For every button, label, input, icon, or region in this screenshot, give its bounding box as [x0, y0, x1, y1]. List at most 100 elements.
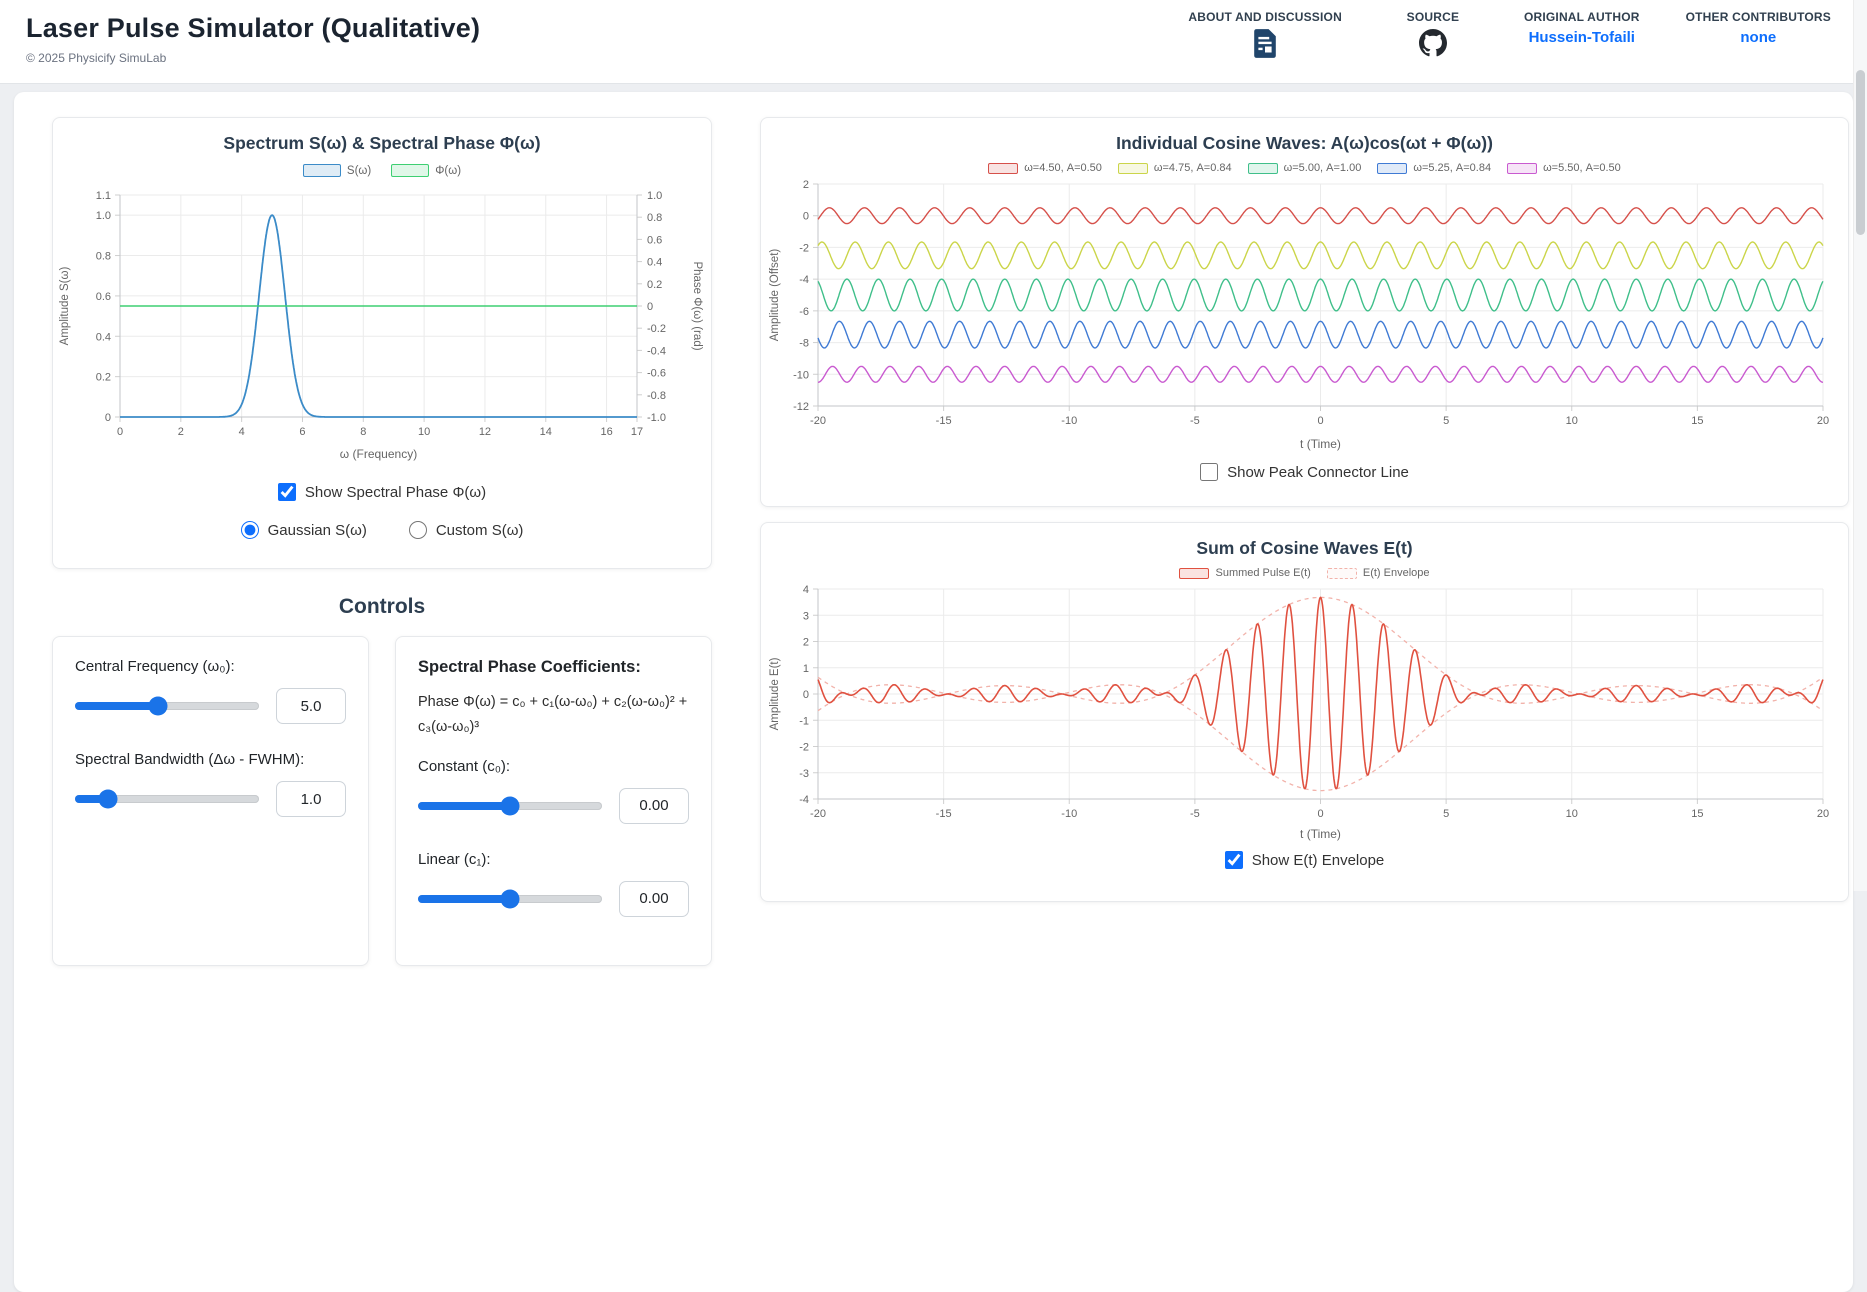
- svg-text:20: 20: [1817, 808, 1829, 820]
- legend-swatch: [1248, 163, 1278, 174]
- slider-thumb[interactable]: [501, 889, 520, 908]
- legend-label: S(ω): [347, 165, 371, 177]
- svg-text:-0.6: -0.6: [647, 368, 666, 380]
- linear-c1-value-input[interactable]: [619, 881, 689, 917]
- peak-connector-checkbox[interactable]: [1200, 463, 1218, 481]
- slider-thumb[interactable]: [99, 790, 118, 809]
- svg-text:15: 15: [1691, 808, 1703, 820]
- show-phase-checkbox[interactable]: [278, 483, 296, 501]
- svg-text:ω (Frequency): ω (Frequency): [340, 447, 417, 461]
- bandwidth-slider[interactable]: [75, 795, 259, 803]
- svg-text:4: 4: [239, 426, 245, 438]
- cosine-waves-chart: -20-15-10-50510152020-2-4-6-8-10-12t (Ti…: [761, 176, 1850, 454]
- legend-item[interactable]: ω=5.50, A=0.50: [1507, 162, 1621, 174]
- header-link-other-contributors: OTHER CONTRIBUTORS none: [1686, 10, 1831, 58]
- central-frequency-value-input[interactable]: [276, 688, 346, 724]
- linear-c1-row: [418, 881, 689, 917]
- show-envelope-label: Show E(t) Envelope: [1252, 852, 1385, 869]
- svg-text:t (Time): t (Time): [1300, 437, 1341, 451]
- page-scrollbar[interactable]: [1853, 0, 1867, 891]
- legend-label: ω=5.00, A=1.00: [1284, 162, 1362, 174]
- svg-text:0: 0: [803, 211, 809, 223]
- legend-item[interactable]: ω=4.50, A=0.50: [988, 162, 1102, 174]
- legend-label: Summed Pulse E(t): [1215, 567, 1310, 579]
- github-icon[interactable]: [1419, 29, 1447, 57]
- legend-item[interactable]: Summed Pulse E(t): [1179, 567, 1310, 579]
- other-contributors-link[interactable]: none: [1740, 29, 1776, 46]
- show-envelope-checkbox[interactable]: [1225, 851, 1243, 869]
- svg-text:-5: -5: [1190, 415, 1200, 427]
- title-block: Laser Pulse Simulator (Qualitative) © 20…: [26, 0, 480, 65]
- legend-label: E(t) Envelope: [1363, 567, 1430, 579]
- bandwidth-value-input[interactable]: [276, 781, 346, 817]
- svg-text:-6: -6: [799, 306, 809, 318]
- legend-item[interactable]: ω=5.25, A=0.84: [1377, 162, 1491, 174]
- legend-item[interactable]: ω=5.00, A=1.00: [1248, 162, 1362, 174]
- constant-c0-slider[interactable]: [418, 802, 602, 810]
- header-link-about[interactable]: ABOUT AND DISCUSSION: [1188, 10, 1342, 58]
- svg-text:-0.4: -0.4: [647, 345, 666, 357]
- svg-text:1.1: 1.1: [96, 190, 111, 202]
- spectrum-chart-title: Spectrum S(ω) & Spectral Phase Φ(ω): [53, 133, 711, 154]
- svg-text:-15: -15: [936, 415, 952, 427]
- svg-text:10: 10: [1566, 415, 1578, 427]
- original-author-link[interactable]: Hussein-Tofaili: [1529, 29, 1635, 46]
- legend-item[interactable]: ω=4.75, A=0.84: [1118, 162, 1232, 174]
- svg-text:0: 0: [117, 426, 123, 438]
- header-link-original-author: ORIGINAL AUTHOR Hussein-Tofaili: [1524, 10, 1640, 58]
- header-link-source[interactable]: SOURCE: [1388, 10, 1478, 58]
- peak-connector-label: Show Peak Connector Line: [1227, 464, 1409, 481]
- svg-text:3: 3: [803, 610, 809, 622]
- legend-swatch: [1507, 163, 1537, 174]
- svg-text:Amplitude S(ω): Amplitude S(ω): [59, 267, 71, 346]
- spectrum-source-radios: Gaussian S(ω) Custom S(ω): [53, 521, 711, 539]
- svg-text:0.8: 0.8: [96, 251, 111, 263]
- svg-text:5: 5: [1443, 808, 1449, 820]
- svg-text:0.8: 0.8: [647, 212, 662, 224]
- svg-text:0: 0: [1317, 808, 1323, 820]
- legend-label: ω=4.50, A=0.50: [1024, 162, 1102, 174]
- svg-text:-10: -10: [1061, 808, 1077, 820]
- central-frequency-label: Central Frequency (ω₀):: [75, 658, 346, 675]
- constant-c0-value-input[interactable]: [619, 788, 689, 824]
- svg-text:1.0: 1.0: [647, 190, 662, 202]
- slider-thumb[interactable]: [501, 796, 520, 815]
- slider-thumb[interactable]: [148, 697, 167, 716]
- legend-swatch: [1377, 163, 1407, 174]
- legend-item[interactable]: E(t) Envelope: [1327, 567, 1430, 579]
- svg-text:0: 0: [647, 301, 653, 313]
- legend-swatch: [303, 164, 341, 177]
- constant-c0-label: Constant (c₀):: [418, 758, 689, 775]
- central-frequency-slider[interactable]: [75, 702, 259, 710]
- legend-swatch: [988, 163, 1018, 174]
- cosine-waves-panel: Individual Cosine Waves: A(ω)cos(ωt + Φ(…: [760, 117, 1849, 507]
- gaussian-radio[interactable]: [241, 521, 259, 539]
- svg-text:0.6: 0.6: [647, 234, 662, 246]
- legend-swatch: [1327, 568, 1357, 579]
- svg-text:-10: -10: [793, 369, 809, 381]
- svg-text:-1.0: -1.0: [647, 412, 666, 424]
- linear-c1-slider[interactable]: [418, 895, 602, 903]
- svg-text:2: 2: [803, 637, 809, 649]
- legend-item[interactable]: Φ(ω): [391, 164, 461, 177]
- custom-radio[interactable]: [409, 521, 427, 539]
- scrollbar-thumb[interactable]: [1856, 70, 1865, 235]
- gaussian-radio-label: Gaussian S(ω): [268, 522, 367, 539]
- document-icon[interactable]: [1253, 29, 1277, 58]
- svg-text:-1: -1: [799, 715, 809, 727]
- svg-text:-5: -5: [1190, 808, 1200, 820]
- svg-text:0.2: 0.2: [96, 372, 111, 384]
- svg-text:4: 4: [803, 584, 809, 596]
- slider-fill: [418, 895, 510, 903]
- gaussian-radio-item[interactable]: Gaussian S(ω): [241, 521, 367, 539]
- spectrum-panel: Spectrum S(ω) & Spectral Phase Φ(ω) S(ω)…: [52, 117, 712, 569]
- custom-radio-item[interactable]: Custom S(ω): [409, 521, 524, 539]
- phase-coefficients-heading: Spectral Phase Coefficients:: [418, 658, 689, 677]
- svg-text:-2: -2: [799, 742, 809, 754]
- svg-text:20: 20: [1817, 415, 1829, 427]
- svg-text:0: 0: [105, 412, 111, 424]
- spectrum-chart: 0246810121416171.11.00.80.60.40.201.00.8…: [53, 179, 713, 471]
- legend-item[interactable]: S(ω): [303, 164, 371, 177]
- sum-chart: -20-15-10-50510152043210-1-2-3-4t (Time)…: [761, 581, 1850, 843]
- svg-text:-4: -4: [799, 794, 809, 806]
